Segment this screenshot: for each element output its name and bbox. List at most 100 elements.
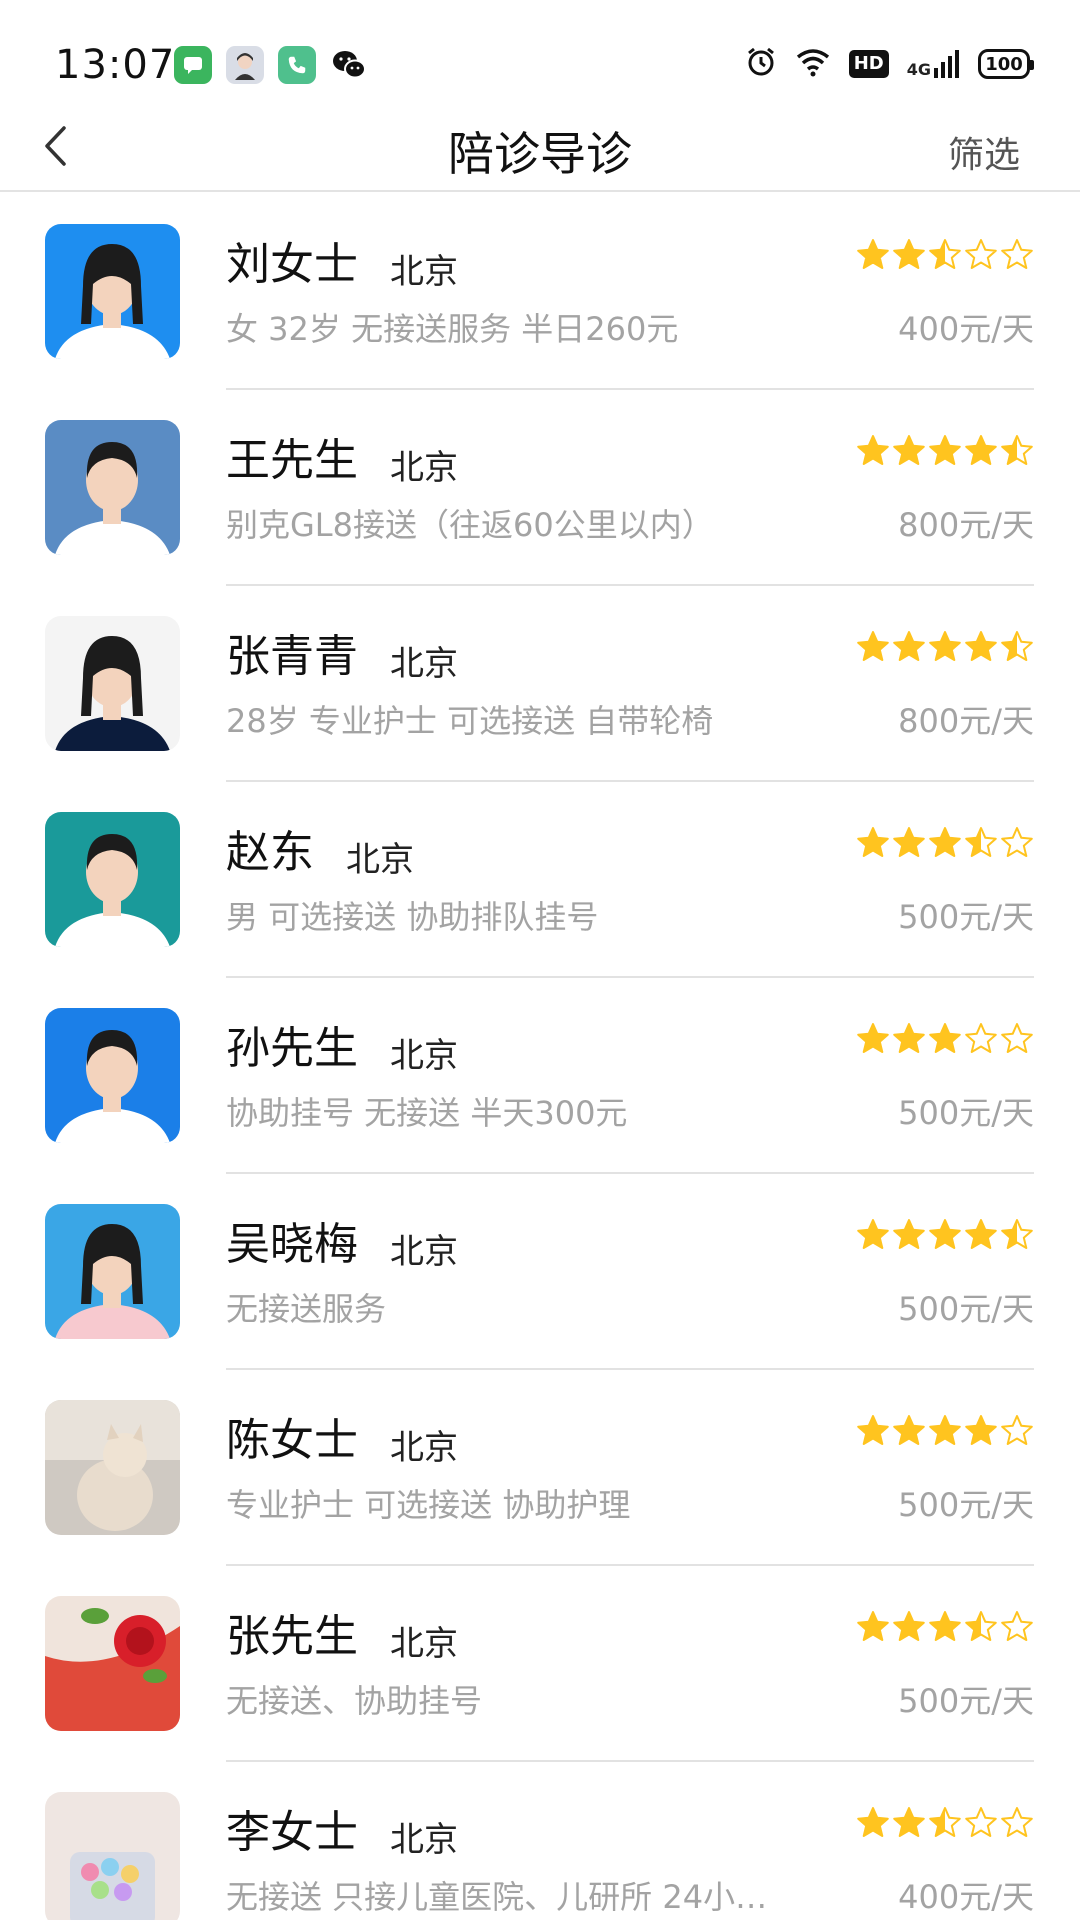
escort-name: 李女士	[226, 1807, 358, 1858]
star-icon	[893, 1611, 925, 1641]
star-icon	[929, 827, 961, 857]
escort-city: 北京	[390, 1820, 458, 1860]
star-icon	[893, 1219, 925, 1249]
star-icon	[1001, 827, 1033, 857]
status-time: 13:07	[55, 42, 176, 88]
star-icon	[857, 1219, 889, 1249]
escort-price: 500元/天	[898, 1290, 1034, 1328]
escort-price: 500元/天	[898, 1682, 1034, 1720]
avatar	[45, 224, 180, 359]
alarm-icon	[745, 46, 777, 82]
escort-list-item[interactable]: 陈女士 北京 专业护士 可选接送 协助护理 500元/天	[0, 1370, 1080, 1566]
star-icon	[929, 1023, 961, 1053]
avatar	[45, 1008, 180, 1143]
escort-city: 北京	[390, 1624, 458, 1664]
star-icon	[929, 1611, 961, 1641]
star-icon	[893, 1415, 925, 1445]
escort-city: 北京	[390, 1036, 458, 1076]
rating-stars	[856, 434, 1034, 468]
avatar	[45, 420, 180, 555]
star-icon	[1001, 631, 1033, 661]
star-icon	[965, 1023, 997, 1053]
escort-city: 北京	[390, 644, 458, 684]
star-icon	[857, 239, 889, 269]
star-icon	[893, 435, 925, 465]
rating-stars	[856, 238, 1034, 272]
rating-stars	[856, 826, 1034, 860]
rating-stars	[856, 1414, 1034, 1448]
escort-city: 北京	[390, 448, 458, 488]
escort-description: 无接送服务	[226, 1290, 387, 1328]
escort-list-item[interactable]: 刘女士 北京 女 32岁 无接送服务 半日260元 400元/天	[0, 194, 1080, 390]
escort-name: 陈女士	[226, 1415, 358, 1466]
star-icon	[1001, 1219, 1033, 1249]
avatar	[45, 1400, 180, 1535]
message-icon	[174, 46, 212, 84]
escort-description: 专业护士 可选接送 协助护理	[226, 1486, 631, 1524]
rating-stars	[856, 1806, 1034, 1840]
star-icon	[965, 1415, 997, 1445]
star-icon	[857, 1415, 889, 1445]
star-icon	[857, 1807, 889, 1837]
filter-button[interactable]: 筛选	[948, 126, 1020, 178]
escort-price: 400元/天	[898, 310, 1034, 348]
escort-price: 500元/天	[898, 898, 1034, 936]
escort-name: 刘女士	[226, 239, 358, 290]
escort-list-item[interactable]: 李女士 北京 无接送 只接儿童医院、儿研所 24小… 400元/天	[0, 1762, 1080, 1920]
avatar	[45, 1792, 180, 1920]
avatar	[45, 812, 180, 947]
escort-description: 协助挂号 无接送 半天300元	[226, 1094, 628, 1132]
network-type-label: 4G	[906, 60, 931, 79]
rating-stars	[856, 1610, 1034, 1644]
escort-city: 北京	[390, 1428, 458, 1468]
star-icon	[893, 239, 925, 269]
star-icon	[893, 1807, 925, 1837]
escort-list-item[interactable]: 张青青 北京 28岁 专业护士 可选接送 自带轮椅 800元/天	[0, 586, 1080, 782]
rating-stars	[856, 1022, 1034, 1056]
signal-4g-icon: 4G	[907, 50, 960, 78]
escort-description: 28岁 专业护士 可选接送 自带轮椅	[226, 702, 714, 740]
escort-list-item[interactable]: 王先生 北京 别克GL8接送（往返60公里以内） 800元/天	[0, 390, 1080, 586]
escort-city: 北京	[390, 1232, 458, 1272]
avatar	[45, 1204, 180, 1339]
escort-list-item[interactable]: 吴晓梅 北京 无接送服务 500元/天	[0, 1174, 1080, 1370]
escort-list-item[interactable]: 张先生 北京 无接送、协助挂号 500元/天	[0, 1566, 1080, 1762]
escort-price: 400元/天	[898, 1878, 1034, 1916]
escort-list-item[interactable]: 赵东 北京 男 可选接送 协助排队挂号 500元/天	[0, 782, 1080, 978]
escort-description: 男 可选接送 协助排队挂号	[226, 898, 599, 936]
battery-icon: 100	[978, 49, 1034, 79]
escort-name: 孙先生	[226, 1023, 358, 1074]
star-icon	[1001, 1807, 1033, 1837]
wifi-icon	[795, 47, 831, 81]
wechat-icon	[330, 46, 368, 84]
phone-icon	[278, 46, 316, 84]
escort-name: 张青青	[226, 631, 358, 682]
battery-level: 100	[985, 53, 1023, 75]
escort-description: 女 32岁 无接送服务 半日260元	[226, 310, 679, 348]
escort-city: 北京	[390, 252, 458, 292]
escort-city: 北京	[346, 840, 414, 880]
escort-name: 吴晓梅	[226, 1219, 358, 1270]
notification-app-icons	[174, 46, 368, 84]
star-icon	[929, 435, 961, 465]
escort-name: 张先生	[226, 1611, 358, 1662]
star-icon	[965, 1611, 997, 1641]
star-icon	[965, 827, 997, 857]
star-icon	[965, 435, 997, 465]
avatar	[45, 616, 180, 751]
star-icon	[929, 1415, 961, 1445]
escort-list: 刘女士 北京 女 32岁 无接送服务 半日260元 400元/天 王先生 北京 …	[0, 194, 1080, 1920]
star-icon	[929, 239, 961, 269]
escort-price: 800元/天	[898, 506, 1034, 544]
escort-description: 无接送 只接儿童医院、儿研所 24小…	[226, 1878, 768, 1916]
star-icon	[929, 1219, 961, 1249]
star-icon	[1001, 239, 1033, 269]
nav-bar: 陪诊导诊 筛选	[0, 104, 1080, 192]
escort-description: 无接送、协助挂号	[226, 1682, 483, 1720]
star-icon	[857, 631, 889, 661]
rating-stars	[856, 630, 1034, 664]
escort-list-item[interactable]: 孙先生 北京 协助挂号 无接送 半天300元 500元/天	[0, 978, 1080, 1174]
hd-icon: HD	[848, 50, 889, 78]
star-icon	[965, 239, 997, 269]
star-icon	[857, 1023, 889, 1053]
